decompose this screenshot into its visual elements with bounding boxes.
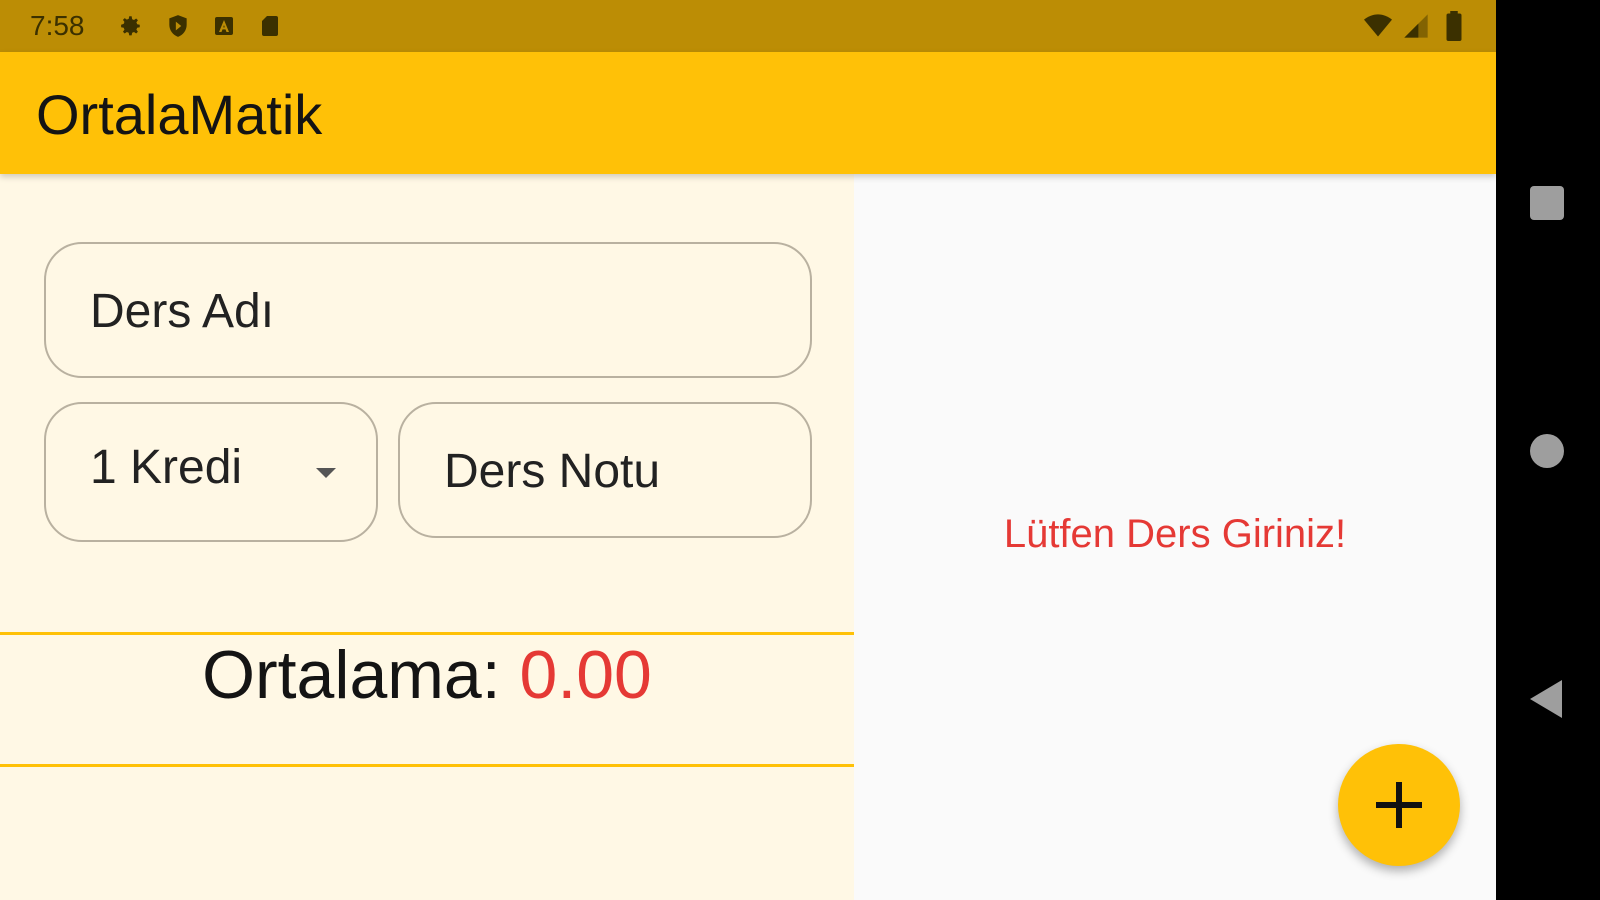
gear-icon	[116, 12, 144, 40]
home-icon[interactable]	[1530, 434, 1564, 468]
add-course-button[interactable]	[1338, 744, 1460, 866]
course-name-field[interactable]: Ders Adı	[44, 242, 812, 378]
status-time: 7:58	[30, 10, 85, 41]
dropdown-arrow-icon	[316, 468, 336, 478]
course-name-placeholder: Ders Adı	[90, 285, 275, 338]
empty-list-message: Lütfen Ders Giriniz!	[1003, 512, 1347, 556]
average-display: Ortalama: 0.00	[0, 636, 854, 714]
status-bar: 7:58	[0, 0, 1496, 52]
wifi-icon	[1364, 12, 1392, 40]
sd-card-icon	[256, 12, 284, 40]
app-screen: 7:58 OrtalaMatik Ders Adı 1 Kredi Ders N…	[0, 0, 1496, 900]
grade-field[interactable]: Ders Notu	[398, 402, 812, 538]
signal-icon	[1402, 12, 1430, 40]
navigation-bar	[1496, 0, 1600, 900]
shield-icon	[164, 12, 192, 40]
credit-dropdown[interactable]: 1 Kredi	[44, 402, 378, 542]
back-icon[interactable]	[1530, 680, 1562, 718]
average-value: 0.00	[519, 637, 652, 713]
battery-icon	[1440, 11, 1468, 41]
average-bottom-divider	[0, 764, 854, 767]
course-form-pane: Ders Adı 1 Kredi Ders Notu Ortalama: 0.0…	[0, 174, 854, 900]
credit-selected-value: 1 Kredi	[90, 441, 243, 494]
app-title: OrtalaMatik	[36, 83, 323, 146]
grade-placeholder: Ders Notu	[444, 445, 661, 498]
app-bar: OrtalaMatik	[0, 52, 1496, 174]
average-top-divider	[0, 632, 854, 635]
a-box-icon	[210, 12, 238, 40]
recents-icon[interactable]	[1530, 186, 1564, 220]
average-label: Ortalama:	[202, 637, 520, 713]
